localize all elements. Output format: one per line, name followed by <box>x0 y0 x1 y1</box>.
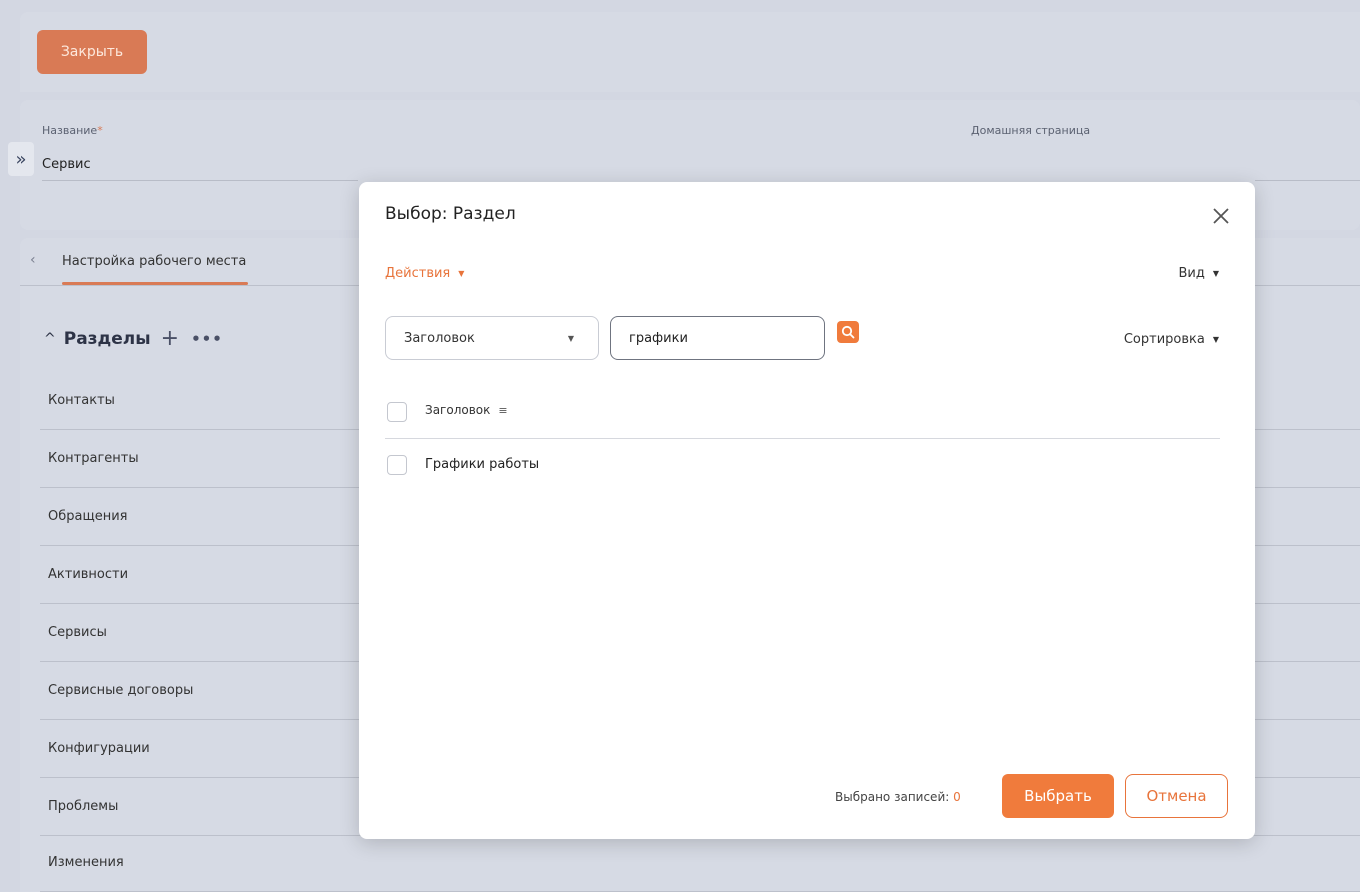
selected-count: Выбрано записей: 0 <box>835 790 961 804</box>
select-all-checkbox[interactable] <box>387 402 407 422</box>
header-divider <box>385 438 1220 439</box>
filter-column-select[interactable]: Заголовок ▼ <box>385 316 599 360</box>
search-input[interactable] <box>610 316 825 360</box>
actions-label: Действия <box>385 266 451 281</box>
active-tab-indicator <box>62 282 248 285</box>
top-toolbar: Закрыть <box>20 12 1360 92</box>
selected-count-value: 0 <box>953 790 961 804</box>
view-label: Вид <box>1178 266 1205 281</box>
page: Закрыть » Название* Сервис Домашняя стра… <box>0 0 1360 892</box>
chevron-left-icon[interactable]: ‹ <box>30 252 36 268</box>
sort-icon: ≡ <box>498 403 508 417</box>
column-header-label: Заголовок <box>425 403 491 417</box>
add-icon[interactable]: + <box>161 326 179 351</box>
home-page-label: Домашняя страница <box>971 124 1091 137</box>
home-page-field-underline <box>1255 180 1360 181</box>
sort-menu[interactable]: Сортировка ▼ <box>1124 332 1219 347</box>
close-button[interactable]: Закрыть <box>37 30 147 74</box>
caret-down-icon: ▼ <box>1212 269 1219 278</box>
cancel-button[interactable]: Отмена <box>1125 774 1228 818</box>
name-field-label: Название* <box>42 124 103 137</box>
search-icon <box>841 325 855 339</box>
modal-title: Выбор: Раздел <box>385 204 516 224</box>
selected-count-label: Выбрано записей: <box>835 790 950 804</box>
sort-label: Сортировка <box>1123 332 1205 347</box>
actions-menu[interactable]: Действия ▼ <box>385 266 464 281</box>
view-menu[interactable]: Вид ▼ <box>1178 266 1219 281</box>
chevron-up-icon[interactable]: ^ <box>44 331 56 347</box>
caret-down-icon: ▼ <box>1212 335 1219 344</box>
lookup-modal: Выбор: Раздел Действия ▼ Вид ▼ Заголовок… <box>359 182 1255 839</box>
sections-title: Разделы <box>63 328 151 349</box>
more-icon[interactable]: ••• <box>191 330 223 348</box>
name-field[interactable]: Сервис <box>42 157 91 172</box>
required-mark: * <box>97 124 103 137</box>
filter-column-value: Заголовок <box>404 330 475 346</box>
close-icon[interactable] <box>1211 206 1231 226</box>
caret-down-icon: ▼ <box>567 334 574 343</box>
expand-sidebar-icon[interactable]: » <box>8 142 34 176</box>
column-header-title[interactable]: Заголовок ≡ <box>425 403 508 417</box>
name-label-text: Название <box>42 124 98 137</box>
tab-workplace-settings[interactable]: Настройка рабочего места <box>62 254 246 269</box>
sections-header: ^ Разделы + ••• <box>44 326 223 351</box>
caret-down-icon: ▼ <box>458 269 465 278</box>
section-item-changes[interactable]: Изменения <box>40 834 1360 892</box>
search-button[interactable] <box>837 321 859 343</box>
row-checkbox[interactable] <box>387 455 407 475</box>
table-row[interactable]: Графики работы <box>425 457 539 472</box>
select-button[interactable]: Выбрать <box>1002 774 1114 818</box>
name-field-underline <box>42 180 358 181</box>
